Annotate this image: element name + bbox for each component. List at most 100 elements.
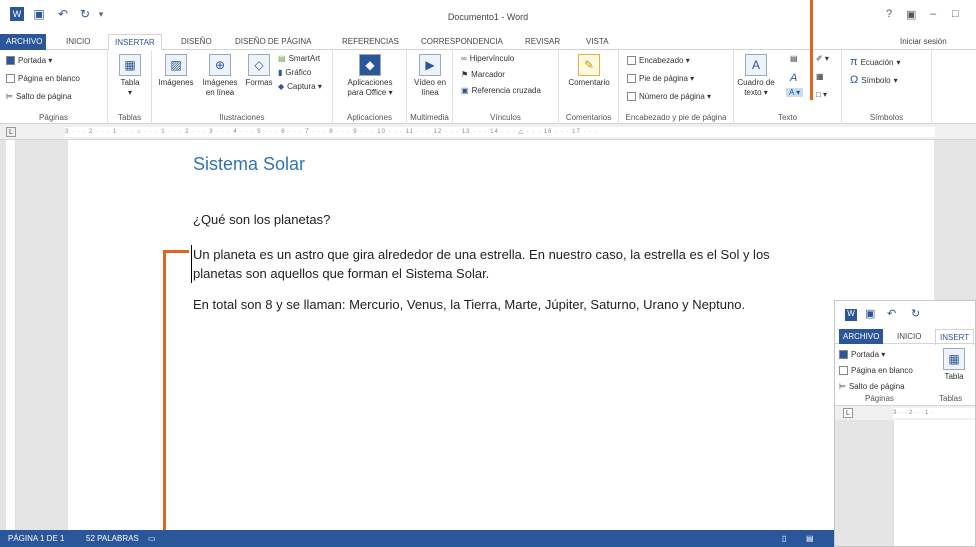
inset-salto-de-pagina-button[interactable]: ⊨ Salto de página: [839, 382, 905, 391]
page-count[interactable]: PÁGINA 1 DE 1: [8, 534, 64, 543]
comentario-button[interactable]: ✎ Comentario: [563, 54, 615, 88]
signature-line-icon[interactable]: ✐ ▾: [816, 54, 829, 63]
drop-cap-icon[interactable]: A ▾: [786, 88, 804, 97]
group-vinculos: ∞ Hipervínculo ⚑ Marcador ▣ Referencia cruz…: [453, 50, 559, 124]
video-en-linea-button[interactable]: ▶ Vídeo en línea: [413, 54, 447, 98]
read-mode-icon[interactable]: ▯: [782, 534, 786, 543]
quick-parts-icon[interactable]: ▤: [790, 54, 798, 63]
tab-selector-icon[interactable]: L: [6, 127, 16, 137]
signin-link[interactable]: Iniciar sesión: [894, 34, 953, 50]
inset-document-page[interactable]: [893, 420, 975, 546]
inset-pagina-en-blanco-button[interactable]: Página en blanco: [839, 366, 913, 375]
minimize-icon[interactable]: –: [930, 8, 936, 20]
cross-reference-icon: ▣: [461, 86, 469, 95]
document-paragraph-1[interactable]: Un planeta es un astro que gira alrededo…: [191, 245, 811, 283]
tab-archivo[interactable]: ARCHIVO: [0, 34, 46, 50]
horizontal-ruler[interactable]: L 3 · · · 2 · · · 1 · · · ⌂ · · · 1 · · …: [0, 124, 976, 140]
help-icon[interactable]: ?: [886, 8, 892, 20]
group-paginas: Portada ▾ Página en blanco ⊨ Salto de pág…: [0, 50, 108, 124]
inset-gutter: [835, 420, 893, 546]
inset-ruler-scale: 3 · · · 2 · · · 1 ·: [893, 408, 975, 418]
inset-tab-selector-icon[interactable]: L: [843, 408, 853, 418]
tab-diseno[interactable]: DISEÑO: [175, 34, 218, 50]
header-icon: [627, 56, 636, 65]
object-icon[interactable]: □ ▾: [816, 90, 827, 99]
grafico-button[interactable]: ▮ Gráfico: [278, 68, 311, 77]
inset-tabla-button[interactable]: ▦ Tabla: [939, 348, 969, 382]
inset-ribbon: Portada ▾ Página en blanco ⊨ Salto de pág…: [835, 344, 975, 406]
inset-table-icon: ▦: [943, 348, 965, 370]
document-page[interactable]: Sistema Solar ¿Qué son los planetas? Un …: [68, 140, 934, 530]
vertical-ruler[interactable]: [6, 140, 16, 530]
inset-page-break-icon: ⊨: [839, 382, 846, 391]
ribbon-tabs: ARCHIVO INICIO INSERTAR DISEÑO DISEÑO DE…: [0, 34, 976, 51]
print-layout-icon[interactable]: ▤: [806, 534, 814, 543]
screenshot-icon: ◆: [278, 82, 285, 91]
simbolo-button[interactable]: Ω Símbolo ▾: [850, 74, 898, 86]
proofing-icon[interactable]: ▭: [148, 534, 156, 543]
portada-button[interactable]: Portada ▾: [6, 56, 52, 65]
inset-portada-button[interactable]: Portada ▾: [839, 350, 885, 359]
ecuacion-button[interactable]: π Ecuación ▾: [850, 56, 901, 68]
inset-word-logo-icon[interactable]: W: [845, 309, 857, 321]
formas-button[interactable]: ◇ Formas: [242, 54, 276, 88]
picture-icon: ▨: [165, 54, 187, 76]
inset-undo-icon[interactable]: ↶: [887, 307, 896, 320]
tabla-button[interactable]: ▦ Tabla ▾: [116, 54, 144, 98]
group-label-tablas: Tablas: [117, 113, 142, 122]
ribbon: Portada ▾ Página en blanco ⊨ Salto de pág…: [0, 50, 976, 124]
ruler-scale: 3 · · · 2 · · · 1 · · · ⌂ · · · 1 · · · …: [65, 127, 935, 137]
imagenes-button[interactable]: ▨ Imágenes: [156, 54, 196, 88]
maximize-icon[interactable]: □: [952, 8, 959, 20]
tab-correspondencia[interactable]: CORRESPONDENCIA: [415, 34, 509, 50]
pi-icon: π: [850, 56, 858, 68]
inset-redo-icon[interactable]: ↻: [911, 307, 920, 320]
word-count[interactable]: 52 PALABRAS: [86, 534, 139, 543]
bookmark-icon: ⚑: [461, 70, 469, 79]
wordart-icon[interactable]: A: [790, 72, 797, 84]
group-simbolos: π Ecuación ▾ Ω Símbolo ▾ Símbolos: [842, 50, 932, 124]
document-paragraph-2[interactable]: En total son 8 y se llaman: Mercurio, Ve…: [193, 295, 813, 314]
inset-word-window: W ▣ ↶ ↻ ARCHIVO INICIO INSERT Portada ▾ …: [834, 300, 976, 547]
hipervinculo-button[interactable]: ∞ Hipervínculo: [461, 54, 514, 63]
inset-ruler[interactable]: L 3 · · · 2 · · · 1 ·: [835, 406, 975, 420]
inset-group-label-tablas: Tablas: [939, 394, 963, 403]
aplicaciones-office-button[interactable]: ◆ Aplicaciones para Office ▾: [339, 54, 401, 98]
textbox-icon: A: [745, 54, 767, 76]
inset-tab-archivo[interactable]: ARCHIVO: [839, 329, 884, 344]
numero-de-pagina-button[interactable]: Número de página ▾: [627, 92, 711, 101]
tab-diseno-pagina[interactable]: DISEÑO DE PÁGINA: [229, 34, 317, 50]
status-bar: PÁGINA 1 DE 1 52 PALABRAS ▭ ▯ ▤: [0, 530, 976, 547]
group-texto: A Cuadro de texto ▾ ▤ A A ▾ ✐ ▾ ▦ □ ▾ Tex…: [734, 50, 842, 124]
group-multimedia: ▶ Vídeo en línea Multimedia: [407, 50, 453, 124]
pie-de-pagina-button[interactable]: Pie de página ▾: [627, 74, 694, 83]
tab-referencias[interactable]: REFERENCIAS: [336, 34, 405, 50]
pagina-en-blanco-button[interactable]: Página en blanco: [6, 74, 80, 83]
inset-tab-inicio[interactable]: INICIO: [897, 329, 921, 344]
tab-vista[interactable]: VISTA: [580, 34, 615, 50]
cover-page-icon: [6, 56, 15, 65]
tab-insertar[interactable]: INSERTAR: [108, 34, 162, 51]
apps-store-icon: ◆: [359, 54, 381, 76]
salto-de-pagina-button[interactable]: ⊨ Salto de página: [6, 92, 72, 101]
tab-revisar[interactable]: REVISAR: [519, 34, 566, 50]
document-title[interactable]: Sistema Solar: [193, 154, 305, 175]
footer-icon: [627, 74, 636, 83]
chart-icon: ▮: [278, 68, 283, 77]
group-label-aplicaciones: Aplicaciones: [347, 113, 392, 122]
imagenes-en-linea-button[interactable]: ⊕ Imágenes en línea: [198, 54, 242, 98]
smartart-button[interactable]: ▤ SmartArt: [278, 54, 320, 63]
window-title: Documento1 - Word: [447, 12, 529, 22]
captura-button[interactable]: ◆ Captura ▾: [278, 82, 322, 91]
inset-save-icon[interactable]: ▣: [865, 307, 875, 320]
document-heading[interactable]: ¿Qué son los planetas?: [193, 212, 330, 227]
tab-inicio[interactable]: INICIO: [60, 34, 96, 50]
annotation-arrow-left-vertical: [163, 250, 166, 547]
referencia-cruzada-button[interactable]: ▣ Referencia cruzada: [461, 86, 541, 95]
encabezado-button[interactable]: Encabezado ▾: [627, 56, 690, 65]
date-time-icon[interactable]: ▦: [816, 72, 824, 81]
cuadro-de-texto-button[interactable]: A Cuadro de texto ▾: [736, 54, 776, 98]
marcador-button[interactable]: ⚑ Marcador: [461, 70, 505, 79]
inset-tab-insertar[interactable]: INSERT: [935, 329, 975, 345]
ribbon-display-icon[interactable]: ▣: [906, 8, 916, 21]
